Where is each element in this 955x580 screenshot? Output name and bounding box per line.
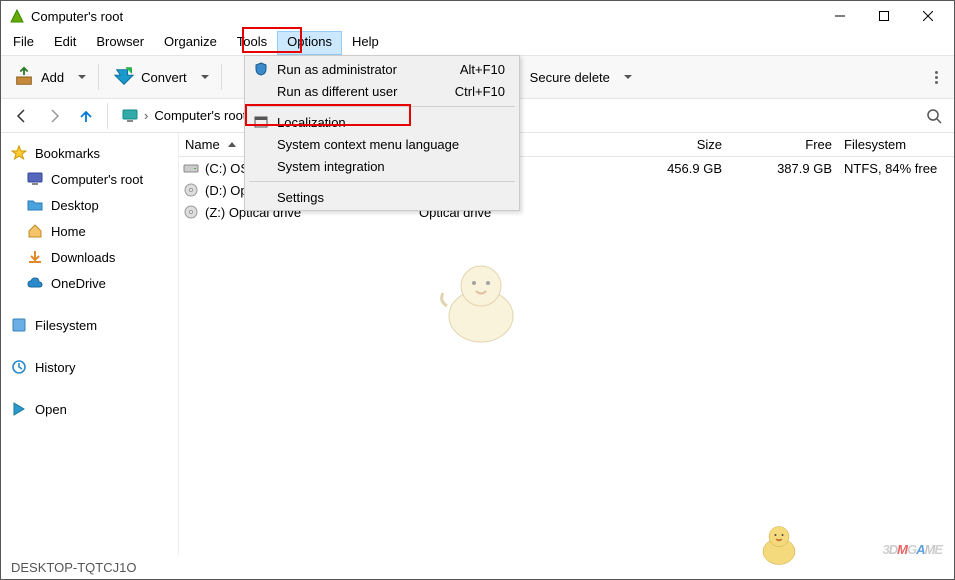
- overflow-menu-button[interactable]: [924, 71, 948, 84]
- menu-file[interactable]: File: [3, 31, 44, 55]
- disc-icon: [183, 204, 199, 220]
- sidebar-bookmarks-label: Bookmarks: [35, 146, 100, 161]
- search-button[interactable]: [920, 108, 948, 124]
- row-fs: NTFS, 84% free: [838, 161, 946, 176]
- menu-options[interactable]: Options: [277, 31, 342, 55]
- nav-back-button[interactable]: [7, 101, 37, 131]
- sidebar-item-label: Computer's root: [51, 172, 143, 187]
- sidebar-item-onedrive[interactable]: OneDrive: [5, 271, 174, 295]
- download-icon: [27, 249, 43, 265]
- convert-label: Convert: [141, 70, 187, 85]
- menubar: File Edit Browser Organize Tools Options…: [1, 31, 954, 55]
- close-button[interactable]: [906, 2, 950, 30]
- monitor-icon: [27, 171, 43, 187]
- menu-context-menu-lang[interactable]: System context menu language: [247, 133, 517, 155]
- col-free[interactable]: Free: [734, 137, 838, 152]
- add-dropdown[interactable]: [74, 61, 90, 93]
- maximize-button[interactable]: [862, 2, 906, 30]
- nav-forward-button[interactable]: [39, 101, 69, 131]
- sidebar-item-label: Desktop: [51, 198, 99, 213]
- menu-run-as-admin[interactable]: Run as administrator Alt+F10: [247, 58, 517, 80]
- menu-localization[interactable]: Localization: [247, 111, 517, 133]
- disc-icon: [183, 182, 199, 198]
- add-label: Add: [41, 70, 64, 85]
- sidebar-history-label: History: [35, 360, 75, 375]
- add-button[interactable]: Add: [7, 61, 70, 93]
- sidebar-item-computers-root[interactable]: Computer's root: [5, 167, 174, 191]
- shield-icon: [253, 61, 269, 77]
- secure-delete-dropdown[interactable]: [620, 61, 636, 93]
- menu-settings[interactable]: Settings: [247, 186, 517, 208]
- menu-shortcut: Ctrl+F10: [455, 84, 505, 99]
- sidebar-item-label: Home: [51, 224, 86, 239]
- separator: [221, 64, 222, 90]
- row-name: (C:) OS: [205, 161, 249, 176]
- secure-delete-button[interactable]: Secure delete: [524, 61, 616, 93]
- secure-delete-label: Secure delete: [530, 70, 610, 85]
- menu-label: Settings: [277, 190, 324, 205]
- sidebar-item-label: Downloads: [51, 250, 115, 265]
- sidebar-open[interactable]: Open: [5, 397, 174, 421]
- row-size: 456.9 GB: [624, 161, 734, 176]
- options-dropdown: Run as administrator Alt+F10 Run as diff…: [244, 55, 520, 211]
- disk-icon: [11, 317, 27, 333]
- chevron-right-icon: [142, 108, 150, 123]
- sidebar-item-label: OneDrive: [51, 276, 106, 291]
- menu-label: System context menu language: [277, 137, 459, 152]
- menu-label: Run as administrator: [277, 62, 397, 77]
- window-icon: [253, 114, 269, 130]
- menu-edit[interactable]: Edit: [44, 31, 86, 55]
- menu-label: Localization: [277, 115, 346, 130]
- sidebar-item-desktop[interactable]: Desktop: [5, 193, 174, 217]
- sidebar-filesystem-label: Filesystem: [35, 318, 97, 333]
- minimize-button[interactable]: [818, 2, 862, 30]
- menu-label: Run as different user: [277, 84, 397, 99]
- sidebar-item-downloads[interactable]: Downloads: [5, 245, 174, 269]
- menu-run-as-user[interactable]: Run as different user Ctrl+F10: [247, 80, 517, 102]
- sidebar: Bookmarks Computer's root Desktop Home D…: [1, 133, 179, 555]
- statusbar: DESKTOP-TQTCJ1O: [1, 555, 954, 579]
- menu-separator: [249, 106, 515, 107]
- star-icon: [11, 145, 27, 161]
- convert-dropdown[interactable]: [197, 61, 213, 93]
- col-size[interactable]: Size: [624, 137, 734, 152]
- menu-separator: [249, 181, 515, 182]
- menu-organize[interactable]: Organize: [154, 31, 227, 55]
- menu-label: System integration: [277, 159, 385, 174]
- clock-icon: [11, 359, 27, 375]
- home-icon: [27, 223, 43, 239]
- status-hostname: DESKTOP-TQTCJ1O: [11, 560, 136, 575]
- menu-browser[interactable]: Browser: [86, 31, 154, 55]
- menu-system-integration[interactable]: System integration: [247, 155, 517, 177]
- hdd-icon: [183, 160, 199, 176]
- convert-button[interactable]: Convert: [107, 61, 193, 93]
- separator: [98, 64, 99, 90]
- play-icon: [11, 401, 27, 417]
- nav-up-button[interactable]: [71, 101, 101, 131]
- menu-help[interactable]: Help: [342, 31, 389, 55]
- titlebar: Computer's root: [1, 1, 954, 31]
- col-filesystem[interactable]: Filesystem: [838, 137, 946, 152]
- sidebar-item-home[interactable]: Home: [5, 219, 174, 243]
- sidebar-bookmarks[interactable]: Bookmarks: [5, 141, 174, 165]
- separator: [107, 103, 108, 129]
- sidebar-history[interactable]: History: [5, 355, 174, 379]
- cloud-icon: [27, 275, 43, 291]
- sort-asc-icon: [228, 142, 236, 147]
- sidebar-filesystem[interactable]: Filesystem: [5, 313, 174, 337]
- menu-shortcut: Alt+F10: [460, 62, 505, 77]
- app-icon: [9, 8, 25, 24]
- breadcrumb-root-icon[interactable]: [118, 108, 142, 124]
- row-free: 387.9 GB: [734, 161, 838, 176]
- menu-tools[interactable]: Tools: [227, 31, 277, 55]
- sidebar-open-label: Open: [35, 402, 67, 417]
- folder-icon: [27, 197, 43, 213]
- breadcrumb-computers-root[interactable]: Computer's root: [150, 108, 250, 123]
- window-title: Computer's root: [31, 9, 818, 24]
